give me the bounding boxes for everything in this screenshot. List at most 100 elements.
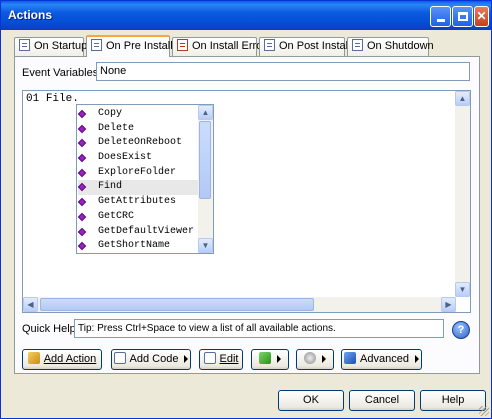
scroll-down-button[interactable]: ▼	[455, 282, 470, 297]
tab-on-pre-install[interactable]: On Pre Install	[86, 35, 173, 57]
autocomplete-popup: Copy Delete DeleteOnReboot DoesExist Exp…	[76, 104, 214, 254]
doc-list-icon	[264, 39, 275, 51]
cancel-button[interactable]: Cancel	[349, 390, 415, 411]
code-line: 01 File.	[26, 93, 79, 105]
quick-help-field: Tip: Press Ctrl+Space to view a list of …	[74, 319, 444, 338]
method-icon	[77, 168, 87, 177]
question-icon: ?	[457, 324, 465, 336]
advanced-label: Advanced	[360, 353, 409, 365]
doc-list-icon	[19, 39, 30, 51]
event-variables-field[interactable]: None	[96, 62, 470, 81]
item-label: ExploreFolder	[98, 166, 177, 178]
disc-icon	[304, 352, 316, 364]
autocomplete-item[interactable]: GetCRC	[77, 210, 199, 225]
actions-window: Actions ✕ On Startup On Pre Install On I…	[0, 0, 492, 419]
advanced-button[interactable]: Advanced	[341, 349, 422, 370]
ok-button[interactable]: OK	[278, 390, 344, 411]
method-icon	[77, 139, 87, 148]
chevron-left-icon: ◀	[27, 300, 34, 309]
autocomplete-item[interactable]: Copy	[77, 107, 199, 122]
run-menu-button[interactable]	[251, 349, 289, 370]
vertical-scrollbar[interactable]: ▲ ▼	[455, 91, 470, 297]
cancel-label: Cancel	[364, 394, 400, 406]
tab-on-install-error[interactable]: On Install Error	[172, 37, 266, 56]
scroll-up-button[interactable]: ▲	[455, 91, 470, 106]
window-title: Actions	[8, 8, 53, 22]
help-button[interactable]: Help	[420, 390, 486, 411]
tab-label: On Shutdown	[367, 40, 434, 52]
play-icon	[259, 352, 271, 364]
method-icon	[77, 241, 87, 251]
dropdown-arrow-icon	[277, 355, 281, 363]
quick-help-label: Quick Help:	[22, 323, 79, 335]
chevron-down-icon: ▼	[458, 285, 467, 294]
method-icon	[77, 197, 87, 207]
dropdown-arrow-icon	[414, 355, 419, 363]
item-label: Delete	[98, 122, 135, 134]
doc-list-icon	[352, 39, 363, 51]
scroll-right-button[interactable]: ▶	[441, 297, 456, 312]
add-action-button[interactable]: Add Action	[22, 349, 102, 370]
autocomplete-item[interactable]: DeleteOnReboot	[77, 136, 199, 151]
item-label: DoesExist	[98, 152, 153, 164]
autocomplete-item[interactable]: GetAttributes	[77, 195, 199, 210]
autocomplete-item[interactable]: GetShortName	[77, 239, 199, 254]
dropdown-arrow-icon	[322, 355, 326, 363]
doc-list-icon	[91, 39, 102, 51]
options-menu-button[interactable]	[296, 349, 334, 370]
edit-doc-icon	[203, 352, 216, 364]
line-number: 01	[26, 93, 40, 105]
add-code-label: Add Code	[129, 353, 179, 365]
edit-button[interactable]: Edit	[199, 349, 243, 370]
tab-on-startup[interactable]: On Startup	[14, 37, 88, 56]
item-label: GetShortName	[98, 240, 171, 252]
horizontal-scrollbar[interactable]: ◀ ▶	[23, 297, 456, 312]
help-icon-button[interactable]: ?	[452, 321, 470, 339]
doc-error-icon	[177, 39, 188, 51]
method-icon	[77, 212, 87, 222]
autocomplete-scroll-thumb[interactable]	[199, 121, 211, 199]
autocomplete-scrollbar[interactable]: ▲ ▼	[198, 105, 213, 253]
close-button[interactable]: ✕	[474, 6, 489, 27]
autocomplete-item[interactable]: DoesExist	[77, 151, 199, 166]
title-bar[interactable]: Actions ✕	[1, 1, 491, 30]
autocomplete-list: Copy Delete DeleteOnReboot DoesExist Exp…	[77, 107, 199, 254]
minimize-button[interactable]	[430, 6, 451, 27]
tab-on-post-install[interactable]: On Post Install	[259, 37, 351, 56]
maximize-button[interactable]	[452, 6, 473, 27]
chevron-up-icon: ▲	[201, 108, 210, 117]
wand-icon	[27, 352, 40, 364]
item-label: DeleteOnReboot	[98, 137, 183, 149]
tab-on-shutdown[interactable]: On Shutdown	[347, 37, 434, 56]
minimize-icon	[436, 19, 445, 22]
chevron-down-icon: ▼	[201, 241, 210, 250]
tab-label: On Install Error	[192, 40, 266, 52]
method-icon	[77, 183, 87, 192]
save-disk-icon	[344, 352, 357, 364]
close-icon: ✕	[476, 9, 487, 23]
item-label: GetAttributes	[98, 196, 177, 208]
add-code-button[interactable]: Add Code	[111, 349, 191, 370]
tab-label: On Pre Install	[106, 40, 173, 52]
maximize-icon	[457, 12, 468, 21]
autocomplete-item[interactable]: Find	[77, 180, 199, 196]
chevron-right-icon: ▶	[445, 300, 452, 309]
item-label: Find	[98, 181, 123, 193]
autocomplete-item[interactable]: Delete	[77, 122, 199, 137]
horizontal-scroll-thumb[interactable]	[40, 298, 314, 311]
item-label: GetDefaultViewer	[98, 225, 195, 237]
scroll-down-button[interactable]: ▼	[198, 238, 213, 253]
code-text: File.	[45, 93, 79, 105]
autocomplete-item[interactable]: GetDefaultViewer	[77, 225, 199, 240]
code-doc-icon	[113, 352, 126, 364]
autocomplete-item[interactable]: ExploreFolder	[77, 166, 199, 181]
method-icon	[77, 227, 87, 236]
item-label: Copy	[98, 108, 123, 119]
ok-label: OK	[303, 394, 319, 406]
chevron-up-icon: ▲	[458, 94, 467, 103]
tab-label: On Post Install	[279, 40, 351, 52]
scroll-up-button[interactable]: ▲	[198, 105, 213, 120]
resize-grip[interactable]	[479, 406, 489, 416]
scroll-left-button[interactable]: ◀	[23, 297, 38, 312]
tab-label: On Startup	[34, 40, 88, 52]
